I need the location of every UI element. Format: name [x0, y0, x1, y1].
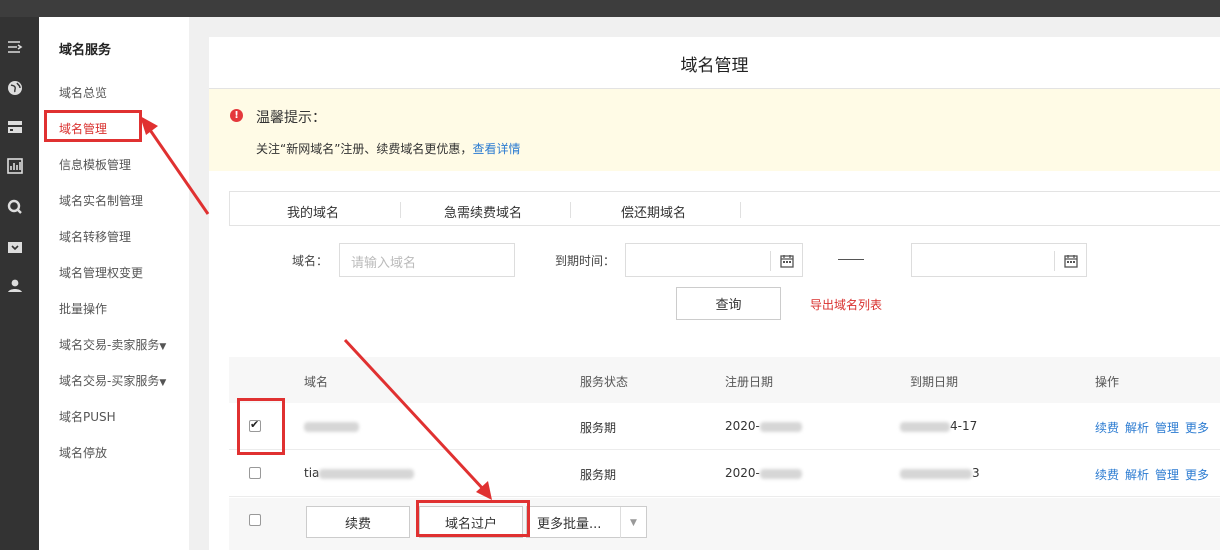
- domain-filter-label: 域名：: [292, 254, 329, 268]
- caret-down-icon: ▼: [159, 342, 167, 352]
- notice-message: 关注“新网域名”注册、续费域名更优惠，: [256, 142, 473, 156]
- sidebar-item-bulk-operations[interactable]: 批量操作: [59, 300, 107, 317]
- date-range-separator: [838, 259, 864, 260]
- inbox-icon[interactable]: [6, 238, 24, 256]
- row-checkbox[interactable]: [249, 467, 261, 479]
- tab-divider: [400, 202, 401, 218]
- highlight-box-transfer-button: [416, 500, 530, 537]
- user-service-icon[interactable]: [6, 277, 24, 295]
- table-header: 域名 服务状态 注册日期 到期日期 操作: [229, 357, 1220, 403]
- dns-link[interactable]: 解析: [1125, 468, 1149, 482]
- link-icon[interactable]: [6, 198, 24, 216]
- alert-icon: !: [230, 109, 243, 122]
- export-domain-list-link[interactable]: 导出域名列表: [810, 296, 882, 313]
- status-cell: 服务期: [580, 421, 617, 435]
- domain-text: tia: [304, 466, 320, 480]
- more-bulk-label: 更多批量...: [537, 516, 602, 532]
- actions-cell: 续费 解析 管理 更多: [1095, 419, 1215, 436]
- exp-date-cell: 3: [900, 466, 980, 480]
- sidebar-item-push[interactable]: 域名PUSH: [59, 408, 116, 425]
- reg-date-text: 2020-: [725, 419, 760, 433]
- domain-cell: tia: [304, 466, 415, 480]
- server-icon[interactable]: [6, 118, 24, 136]
- chevron-down-icon[interactable]: ▼: [620, 507, 646, 538]
- sidebar-item-label: 域名交易-卖家服务: [59, 338, 160, 352]
- menu-toggle-icon[interactable]: [6, 38, 24, 56]
- sidebar: 域名服务 域名总览 域名管理 信息模板管理 域名实名制管理 域名转移管理 域名管…: [39, 17, 189, 550]
- sidebar-item-info-template[interactable]: 信息模板管理: [59, 156, 131, 173]
- calendar-icon[interactable]: [1054, 251, 1086, 271]
- highlight-box-checkbox: [237, 398, 285, 455]
- sidebar-item-real-name[interactable]: 域名实名制管理: [59, 192, 143, 209]
- redacted-text: [304, 421, 359, 432]
- more-link[interactable]: 更多: [1185, 421, 1209, 435]
- tab-my-domains[interactable]: 我的域名: [287, 202, 339, 221]
- column-header-domain: 域名: [304, 375, 329, 389]
- notice-title: 温馨提示：: [256, 110, 326, 126]
- redacted-text: [759, 421, 802, 432]
- notice-banner: ! 温馨提示： 关注“新网域名”注册、续费域名更优惠，查看详情: [209, 89, 1220, 171]
- globe-icon[interactable]: [6, 79, 24, 97]
- table-row: 服务期 2020- 4-17 续费解析管理更多: [229, 403, 1220, 450]
- domain-search-input[interactable]: 请输入域名: [339, 243, 515, 277]
- sidebar-item-seller-service[interactable]: 域名交易-卖家服务▼: [59, 336, 166, 353]
- actions-cell: 续费 解析 管理 更多: [1095, 466, 1215, 483]
- main-panel: 域名管理 ! 温馨提示： 关注“新网域名”注册、续费域名更优惠，查看详情 我的域…: [209, 37, 1220, 550]
- sidebar-item-transfer[interactable]: 域名转移管理: [59, 228, 131, 245]
- status-cell: 服务期: [580, 468, 617, 482]
- more-link[interactable]: 更多: [1185, 468, 1209, 482]
- renew-link[interactable]: 续费: [1095, 421, 1119, 435]
- reg-date-cell: 2020-: [725, 419, 802, 433]
- sidebar-item-label: 域名交易-买家服务: [59, 374, 160, 388]
- column-header-reg-date: 注册日期: [725, 375, 774, 389]
- reg-date-text: 2020-: [725, 466, 760, 480]
- view-details-link[interactable]: 查看详情: [472, 142, 520, 156]
- sidebar-item-buyer-service[interactable]: 域名交易-买家服务▼: [59, 372, 166, 389]
- table-row: tia 服务期 2020- 3 续费 解析 管理 更多: [229, 450, 1220, 497]
- tab-redemption[interactable]: 偿还期域名: [621, 202, 686, 221]
- expire-start-date-input[interactable]: [625, 243, 803, 277]
- query-button[interactable]: 查询: [676, 287, 781, 320]
- redacted-text: [900, 421, 950, 432]
- top-bar: [0, 0, 1220, 17]
- column-header-actions: 操作: [1095, 375, 1120, 389]
- redacted-text: [759, 468, 802, 479]
- notice-text: 关注“新网域名”注册、续费域名更优惠，查看详情: [256, 140, 520, 157]
- caret-down-icon: ▼: [159, 378, 167, 388]
- exp-date-text: 3: [972, 466, 980, 480]
- column-header-status: 服务状态: [580, 375, 629, 389]
- redacted-text: [900, 468, 972, 479]
- redacted-text: [319, 468, 415, 479]
- highlight-box-domain-management: [44, 110, 142, 142]
- tab-divider: [740, 202, 741, 218]
- exp-date-text: 4-17: [950, 419, 978, 433]
- select-all-checkbox[interactable]: [249, 514, 261, 526]
- tab-bar: 我的域名 急需续费域名 偿还期域名: [229, 191, 1220, 226]
- bulk-renew-button[interactable]: 续费: [306, 506, 410, 538]
- sidebar-item-overview[interactable]: 域名总览: [59, 84, 107, 101]
- expire-end-date-input[interactable]: [911, 243, 1087, 277]
- domain-cell: [304, 419, 359, 433]
- sidebar-title: 域名服务: [59, 43, 112, 58]
- dns-link[interactable]: 解析: [1125, 421, 1149, 435]
- manage-link[interactable]: 管理: [1155, 421, 1179, 435]
- bulk-action-bar: 续费 域名过户 更多批量... ▼: [229, 498, 1220, 550]
- column-header-exp-date: 到期日期: [910, 375, 959, 389]
- tab-divider: [570, 202, 571, 218]
- page-title: 域名管理: [680, 56, 749, 76]
- manage-link[interactable]: 管理: [1155, 468, 1179, 482]
- sidebar-item-ownership-change[interactable]: 域名管理权变更: [59, 264, 143, 281]
- calendar-icon[interactable]: [770, 251, 802, 271]
- tab-renewal-needed[interactable]: 急需续费域名: [444, 202, 522, 221]
- chart-icon[interactable]: [6, 157, 24, 175]
- renew-link[interactable]: 续费: [1095, 468, 1119, 482]
- exp-date-cell: 4-17: [900, 419, 977, 433]
- expire-date-label: 到期时间：: [555, 254, 616, 268]
- more-bulk-dropdown[interactable]: 更多批量... ▼: [526, 506, 647, 538]
- sidebar-item-parking[interactable]: 域名停放: [59, 444, 107, 461]
- icon-rail: [0, 17, 39, 550]
- reg-date-cell: 2020-: [725, 466, 802, 480]
